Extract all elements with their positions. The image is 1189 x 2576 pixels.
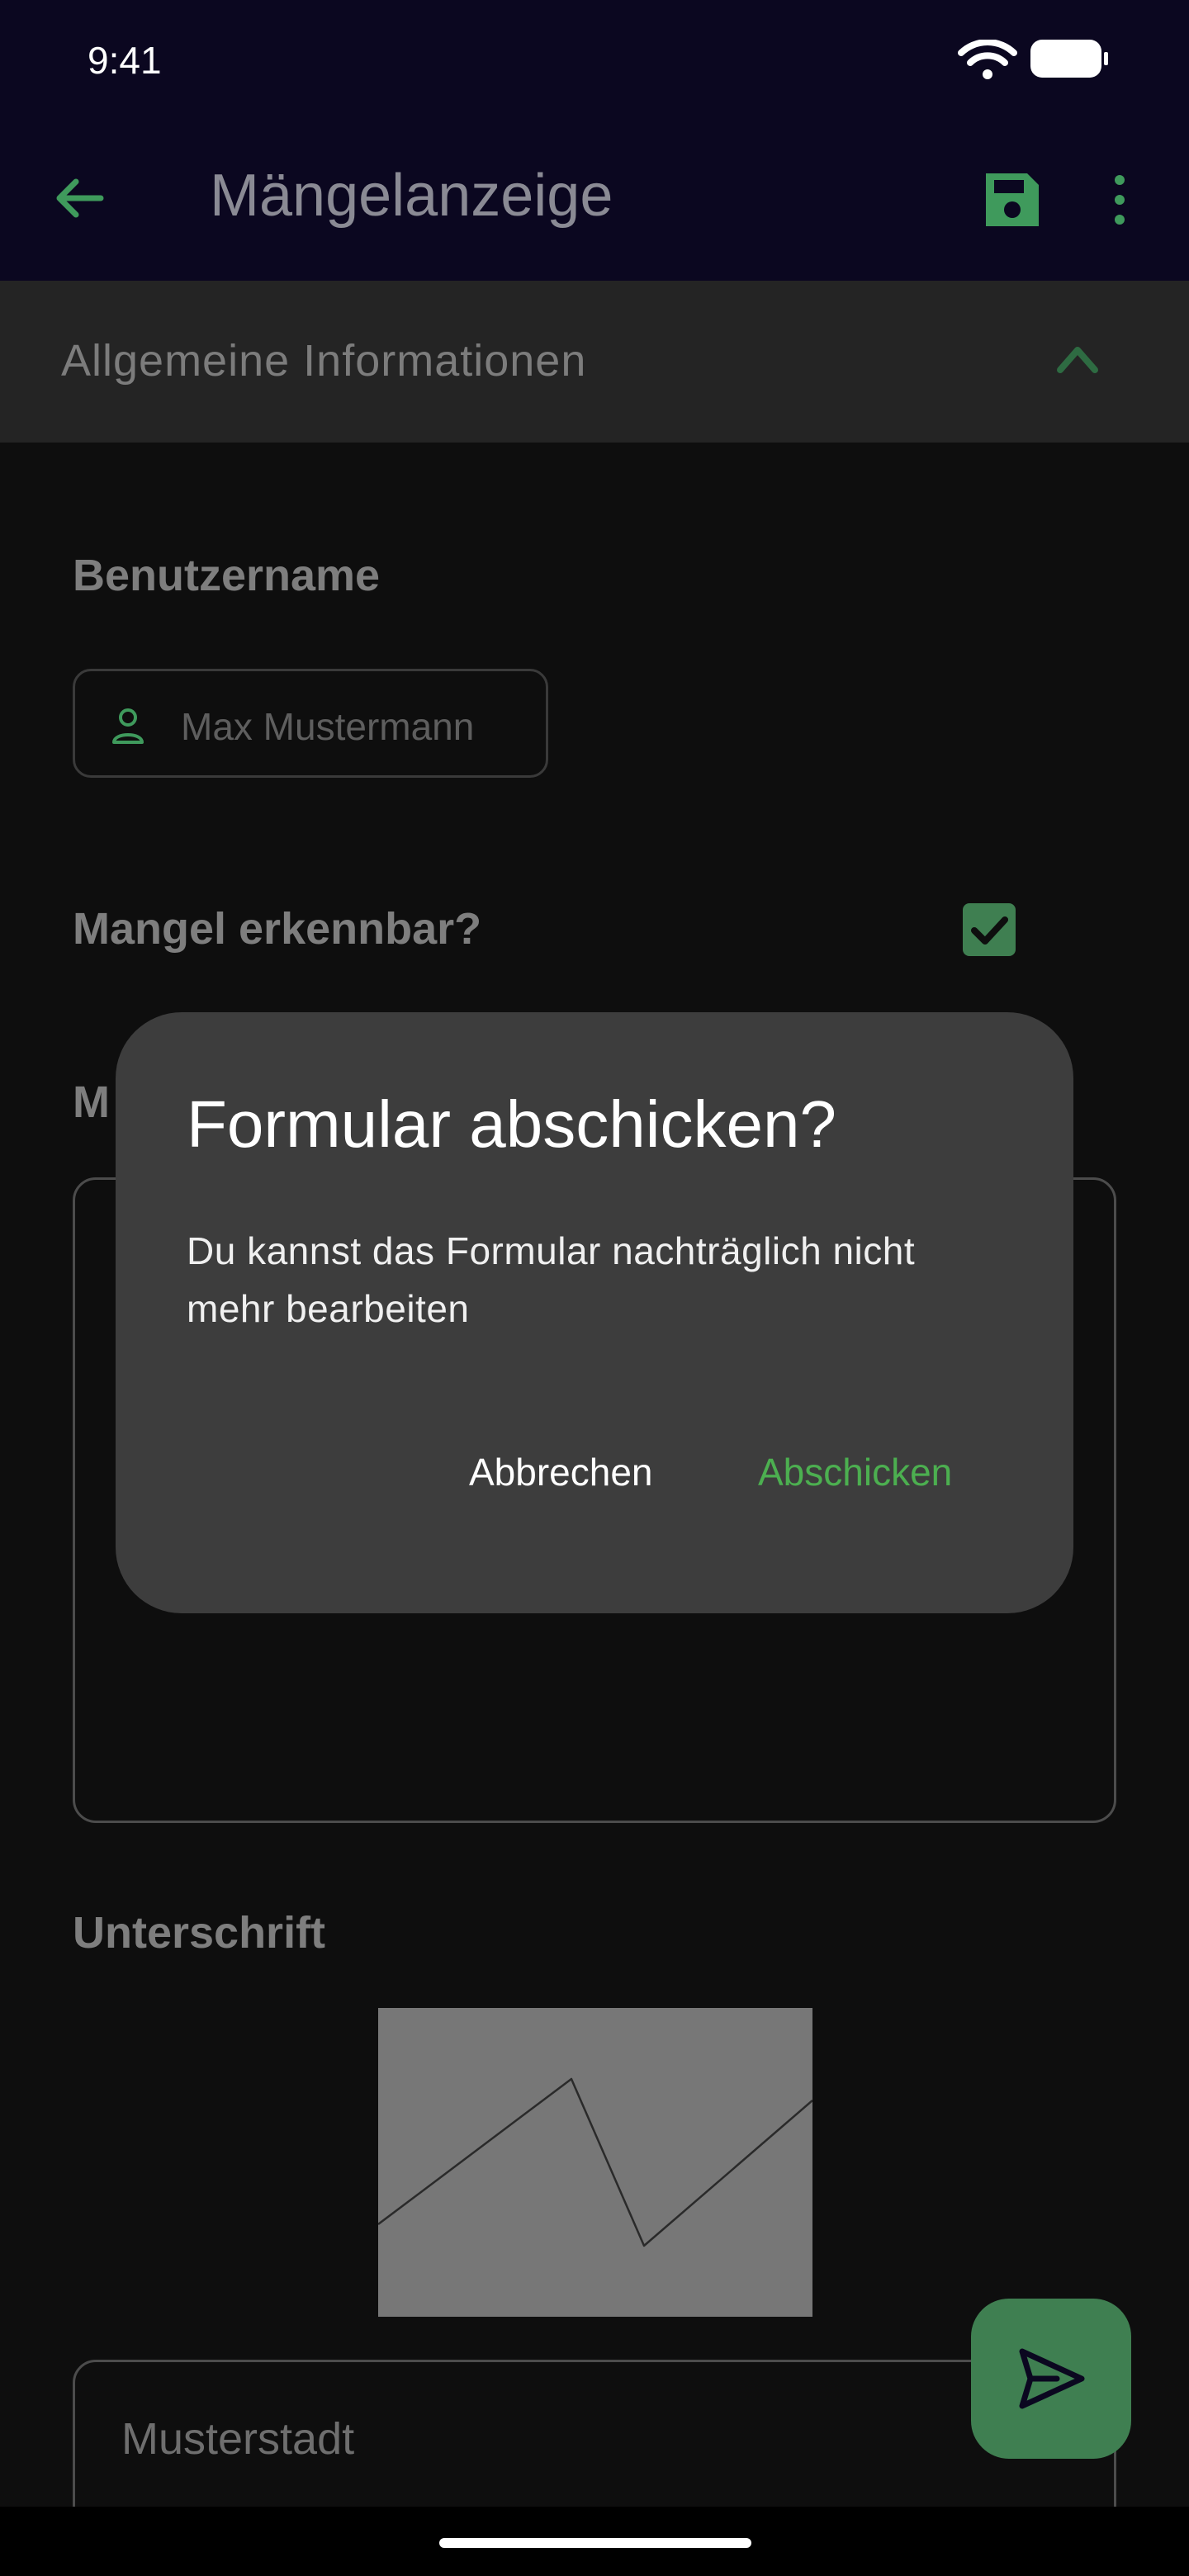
username-label: Benutzername	[73, 551, 381, 600]
save-icon[interactable]	[983, 170, 1042, 230]
send-button[interactable]	[971, 2299, 1131, 2459]
home-indicator[interactable]	[439, 2538, 751, 2548]
signature-pad[interactable]	[378, 2008, 812, 2317]
check-icon	[971, 916, 1008, 945]
defect-visible-label: Mangel erkennbar?	[73, 904, 482, 954]
description-label: M	[73, 1077, 110, 1127]
section-title: Allgemeine Informationen	[61, 336, 587, 386]
page-title: Mängelanzeige	[210, 163, 613, 229]
username-field[interactable]: Max Mustermann	[73, 669, 548, 778]
more-vert-icon[interactable]	[1106, 170, 1133, 230]
submit-button[interactable]: Abschicken	[758, 1450, 952, 1494]
defect-visible-checkbox[interactable]	[963, 903, 1016, 956]
send-icon	[1019, 2348, 1085, 2409]
section-header[interactable]: Allgemeine Informationen	[0, 281, 1189, 443]
cancel-button[interactable]: Abbrechen	[469, 1450, 653, 1494]
submit-confirm-dialog: Formular abschicken? Du kannst das Formu…	[116, 1012, 1073, 1613]
back-arrow-icon[interactable]	[53, 172, 106, 225]
status-time: 9:41	[88, 39, 162, 82]
dialog-message: Du kannst das Formular nachträglich nich…	[187, 1229, 916, 1330]
battery-icon	[1030, 40, 1108, 78]
chevron-up-icon[interactable]	[1055, 342, 1100, 375]
system-nav-bar	[0, 2507, 1189, 2576]
username-value: Max Mustermann	[181, 705, 475, 748]
dialog-title: Formular abschicken?	[187, 1087, 836, 1161]
app-bar: Mängelanzeige	[0, 116, 1189, 281]
person-icon	[112, 708, 144, 744]
signature-label: Unterschrift	[73, 1908, 326, 1958]
city-value: Musterstadt	[121, 2414, 355, 2464]
wifi-icon	[958, 40, 1017, 79]
status-bar: 9:41	[0, 0, 1189, 116]
